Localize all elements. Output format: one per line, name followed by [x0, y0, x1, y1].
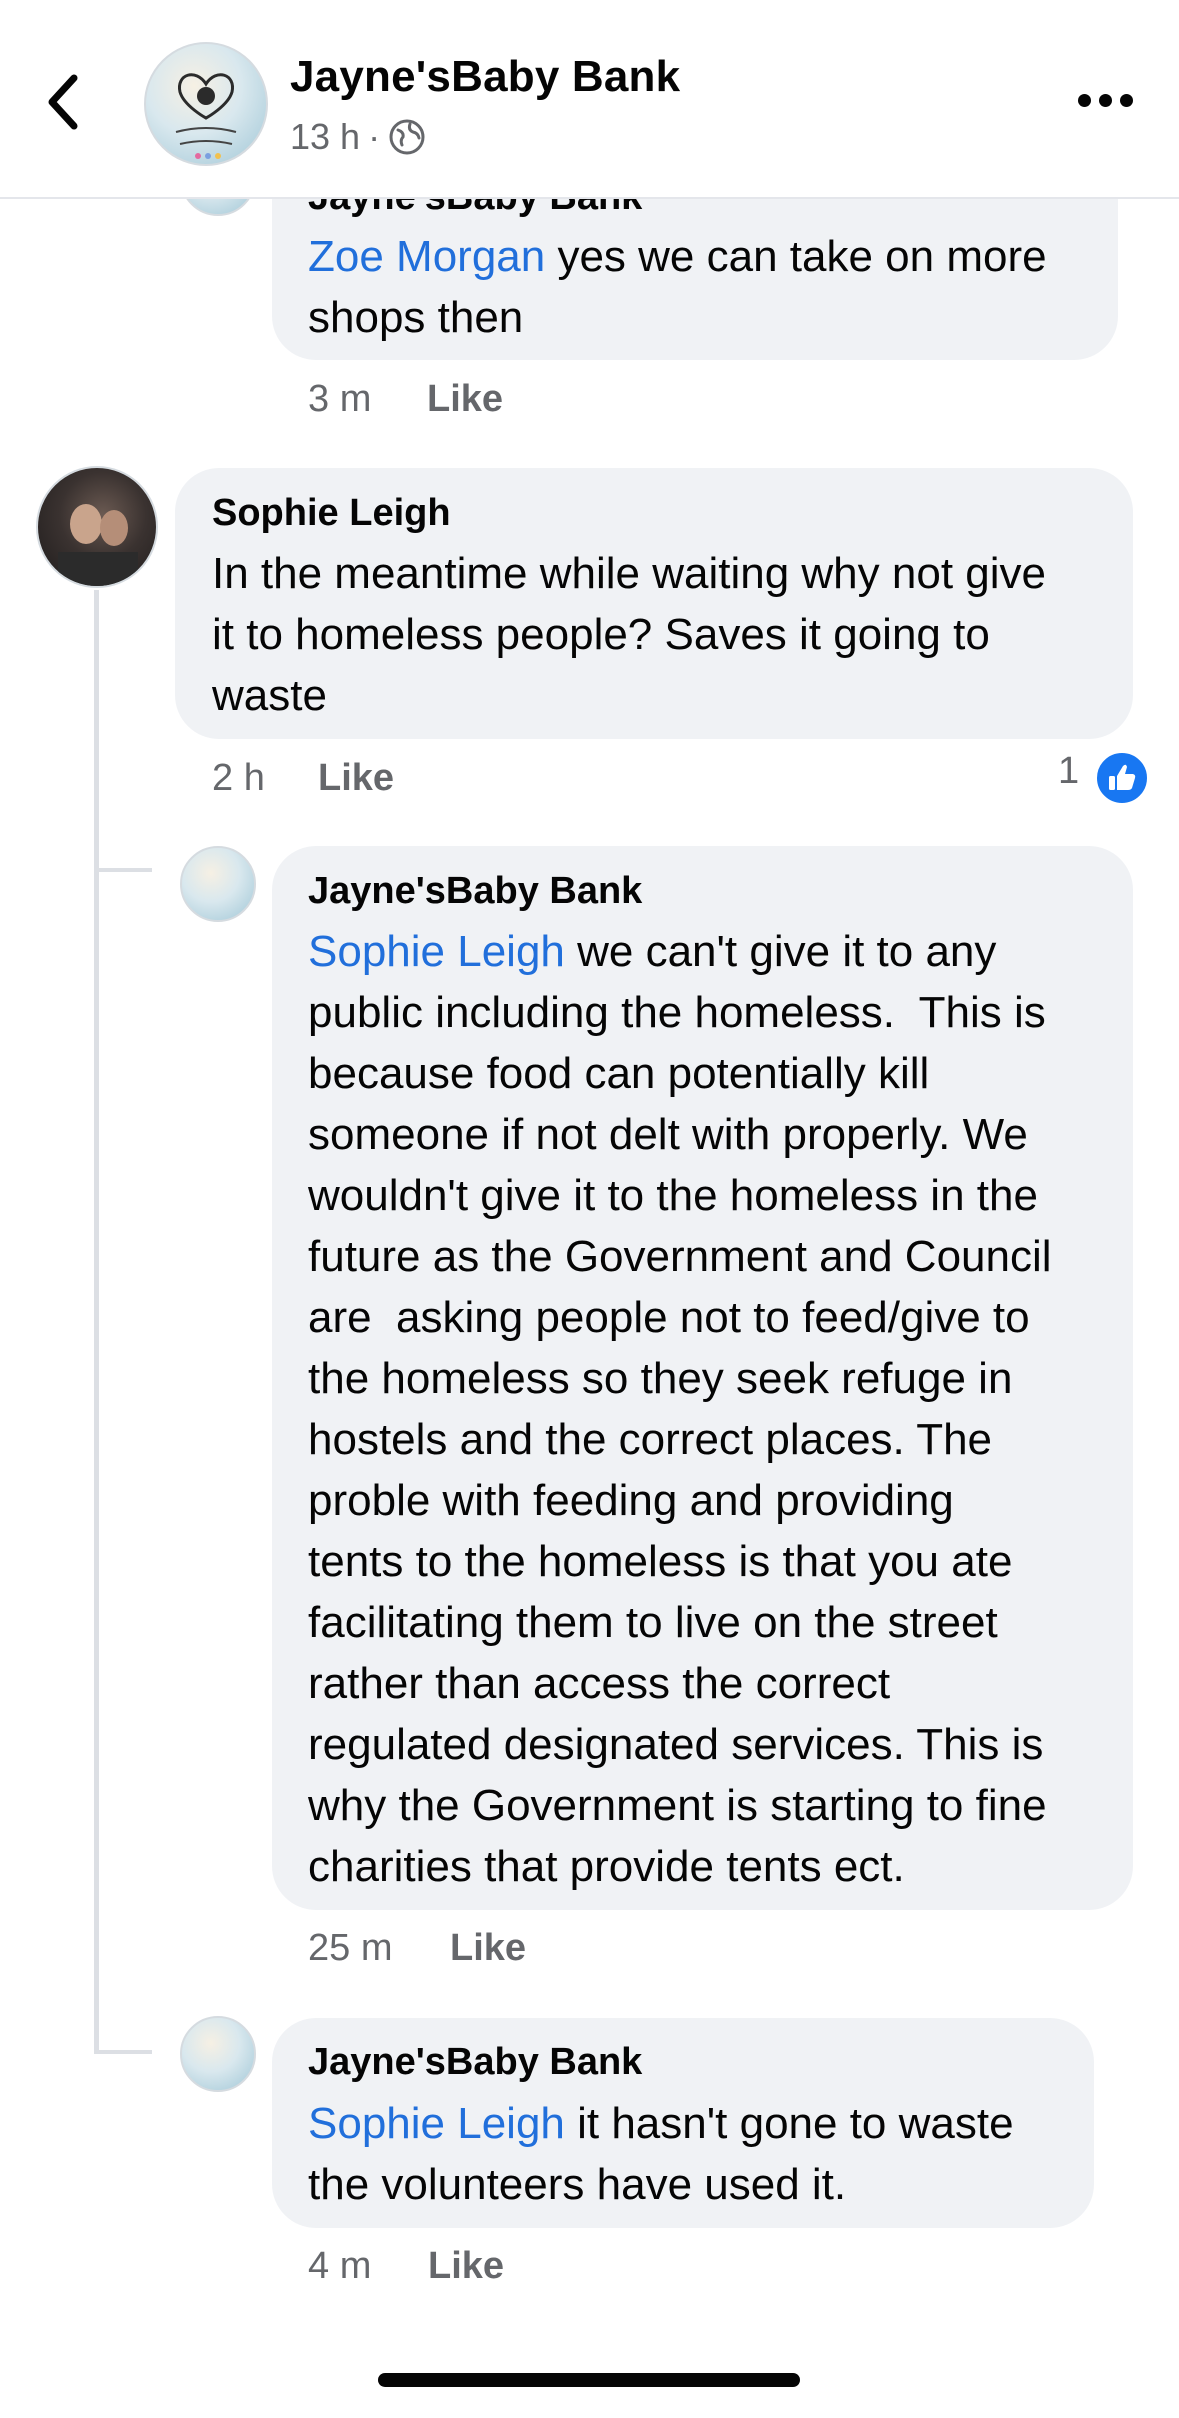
thread-line	[94, 590, 99, 2050]
page-logo-icon	[175, 73, 237, 159]
comment-time: 25 m	[308, 1927, 393, 1969]
comment-time: 4 m	[308, 2245, 372, 2287]
commenter-avatar[interactable]	[180, 2016, 256, 2092]
comment-text: In the meantime while waiting why not gi…	[212, 549, 1046, 720]
more-button[interactable]	[1076, 90, 1136, 114]
globe-icon	[389, 119, 425, 155]
top-bar: Jayne'sBaby Bank 13 h ·	[0, 0, 1179, 199]
commenter-avatar[interactable]	[180, 846, 256, 922]
more-horizontal-icon	[1078, 94, 1091, 107]
thread-branch	[94, 2050, 152, 2054]
page-title[interactable]: Jayne'sBaby Bank	[290, 52, 680, 102]
comment-author[interactable]: Jayne'sBaby Bank	[308, 2041, 642, 2084]
commenter-avatar[interactable]	[36, 466, 158, 588]
page-avatar[interactable]	[144, 42, 268, 166]
comment-time: 3 m	[308, 378, 372, 420]
thread-branch	[94, 868, 152, 872]
chevron-left-icon	[48, 74, 78, 130]
like-button[interactable]: Like	[318, 757, 394, 800]
reaction-badge[interactable]	[1094, 750, 1150, 806]
comment-text: Sophie Leigh we can't give it to any pub…	[308, 921, 1118, 1897]
like-button[interactable]: Like	[450, 1927, 526, 1970]
mention-link[interactable]: Sophie Leigh	[308, 927, 565, 976]
post-time: 13 h	[290, 116, 361, 157]
like-button[interactable]: Like	[428, 2245, 504, 2288]
comment-text: Sophie Leigh it hasn't gone to waste the…	[308, 2093, 1078, 2215]
comment-text: Zoe Morgan yes we can take on more shops…	[308, 226, 1098, 348]
comment-time: 2 h	[212, 757, 265, 799]
more-dot	[1120, 94, 1133, 107]
more-dot	[1099, 94, 1112, 107]
comment-body: we can't give it to any public including…	[308, 927, 1052, 1891]
home-indicator[interactable]	[378, 2373, 800, 2387]
meta-separator: ·	[368, 116, 381, 157]
reaction-count[interactable]: 1	[1058, 750, 1079, 793]
thumbs-up-icon	[1109, 764, 1136, 790]
post-meta: 13 h ·	[290, 116, 426, 158]
like-button[interactable]: Like	[427, 378, 503, 421]
back-button[interactable]	[36, 60, 96, 140]
mention-link[interactable]: Zoe Morgan	[308, 232, 545, 281]
comment-author[interactable]: Sophie Leigh	[212, 492, 451, 535]
comment-author[interactable]: Jayne'sBaby Bank	[308, 870, 642, 913]
profile-photo-icon	[58, 504, 138, 586]
mention-link[interactable]: Sophie Leigh	[308, 2099, 565, 2148]
